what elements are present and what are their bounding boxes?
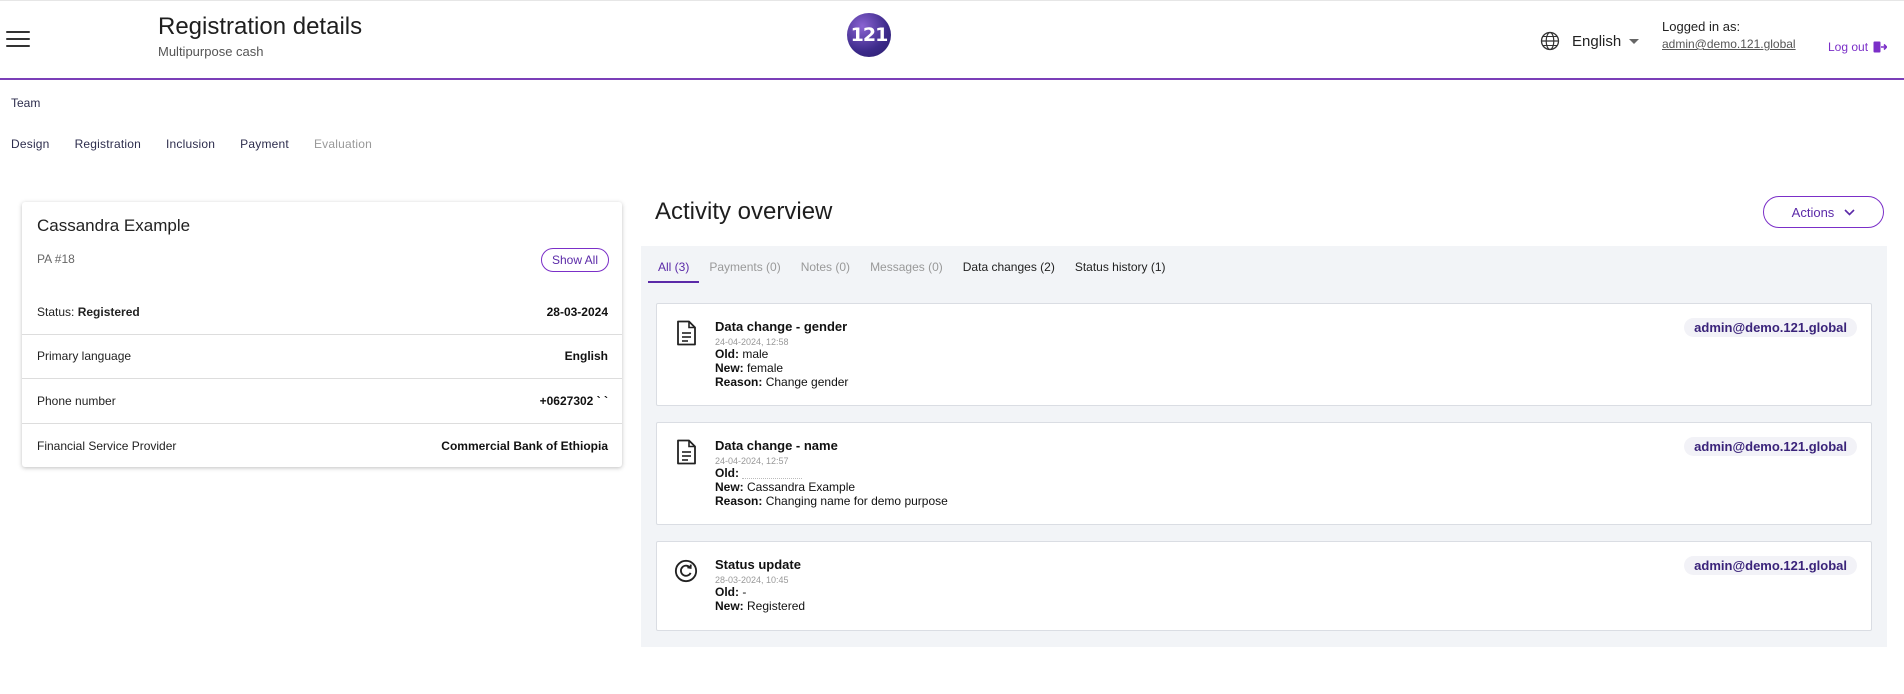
language-selector[interactable]: English xyxy=(1540,31,1640,51)
nav-evaluation: Evaluation xyxy=(313,137,372,151)
actions-label: Actions xyxy=(1791,204,1835,220)
activity-tabs: All (3) Payments (0) Notes (0) Messages … xyxy=(648,256,1176,283)
old-value: male xyxy=(742,347,769,361)
user-chip[interactable]: admin@demo.121.global xyxy=(1684,437,1857,456)
title-block: Registration details Multipurpose cash xyxy=(158,13,362,59)
entry-date: 24-04-2024, 12:57 xyxy=(715,456,789,466)
info-row-label: Financial Service Provider xyxy=(37,438,177,453)
status-label: Status: xyxy=(37,304,75,319)
app-header: Registration details Multipurpose cash 1… xyxy=(0,0,1904,80)
new-label: New: xyxy=(715,480,744,494)
old-label: Old: xyxy=(715,585,739,599)
info-row: Phone number +0627302 ` ` xyxy=(22,379,622,424)
phase-nav: Design Registration Inclusion Payment Ev… xyxy=(11,137,372,151)
reason-value: Change gender xyxy=(765,375,849,389)
user-chip[interactable]: admin@demo.121.global xyxy=(1684,556,1857,575)
refresh-icon xyxy=(674,559,698,583)
logout-icon xyxy=(1873,41,1888,53)
old-label: Old: xyxy=(715,466,739,480)
globe-icon xyxy=(1540,31,1560,51)
old-value: - xyxy=(742,585,747,599)
tab-payments: Payments (0) xyxy=(709,260,781,274)
nav-design[interactable]: Design xyxy=(11,137,50,151)
reason-value: Changing name for demo purpose xyxy=(765,494,948,508)
entry-date: 28-03-2024, 10:45 xyxy=(715,575,789,585)
logged-in-label: Logged in as: xyxy=(1662,19,1741,34)
language-label: English xyxy=(1572,32,1622,50)
info-row-label: Phone number xyxy=(37,393,116,408)
logout-label: Log out xyxy=(1828,40,1869,54)
reason-label: Reason: xyxy=(715,494,763,508)
reason-label: Reason: xyxy=(715,375,763,389)
info-row-value: English xyxy=(564,349,608,364)
tab-notes: Notes (0) xyxy=(800,260,851,274)
user-chip[interactable]: admin@demo.121.global xyxy=(1684,318,1857,337)
tab-all[interactable]: All (3) xyxy=(648,256,700,283)
new-label: New: xyxy=(715,599,744,613)
activity-title: Activity overview xyxy=(655,198,833,225)
login-info: Logged in as: admin@demo.121.global xyxy=(1662,19,1796,51)
activity-panel: All (3) Payments (0) Notes (0) Messages … xyxy=(641,246,1887,647)
tab-messages: Messages (0) xyxy=(870,260,943,274)
info-row-value: +0627302 ` ` xyxy=(539,393,608,408)
team-link[interactable]: Team xyxy=(11,96,40,110)
app-logo: 121 xyxy=(847,13,891,57)
new-value: Cassandra Example xyxy=(747,480,856,494)
entry-title: Data change - gender xyxy=(715,319,848,334)
status-value: Registered xyxy=(77,304,140,319)
status-row: Status: Registered 28-03-2024 xyxy=(22,290,622,335)
entry-title: Status update xyxy=(715,557,801,572)
new-label: New: xyxy=(715,361,744,375)
logout-button[interactable]: Log out xyxy=(1828,40,1888,54)
nav-inclusion[interactable]: Inclusion xyxy=(166,137,215,151)
chevron-down-icon xyxy=(1844,208,1855,216)
info-row-value: Commercial Bank of Ethiopia xyxy=(441,438,608,453)
user-email-link[interactable]: admin@demo.121.global xyxy=(1662,37,1796,51)
tab-status-history[interactable]: Status history (1) xyxy=(1065,256,1176,283)
activity-entry: Status update 28-03-2024, 10:45 Old: - N… xyxy=(656,541,1872,631)
activity-entry: Data change - name 24-04-2024, 12:57 Old… xyxy=(656,422,1872,525)
card-rows: Status: Registered 28-03-2024 Primary la… xyxy=(22,290,622,468)
document-icon xyxy=(677,320,696,346)
page-title: Registration details xyxy=(158,13,363,40)
nav-payment[interactable]: Payment xyxy=(240,137,289,151)
entry-title: Data change - name xyxy=(715,438,838,453)
registration-card: Cassandra Example PA #18 Show All Status… xyxy=(22,202,622,467)
redacted-value xyxy=(742,469,803,479)
menu-icon[interactable] xyxy=(6,31,30,51)
page-subtitle: Multipurpose cash xyxy=(158,44,264,59)
tab-data-changes[interactable]: Data changes (2) xyxy=(953,256,1065,283)
show-all-button[interactable]: Show All xyxy=(540,248,609,272)
new-value: female xyxy=(747,361,784,375)
info-row: Primary language English xyxy=(22,335,622,379)
document-icon xyxy=(677,439,696,465)
info-row: Financial Service Provider Commercial Ba… xyxy=(22,424,622,469)
info-row-label: Primary language xyxy=(37,349,132,364)
nav-registration[interactable]: Registration xyxy=(75,137,141,151)
status-date: 28-03-2024 xyxy=(546,304,608,319)
old-label: Old: xyxy=(715,347,739,361)
activity-entry: Data change - gender 24-04-2024, 12:58 O… xyxy=(656,303,1872,406)
pa-id: PA #18 xyxy=(37,252,75,266)
caret-down-icon xyxy=(1629,38,1640,44)
new-value: Registered xyxy=(747,599,806,613)
entry-date: 24-04-2024, 12:58 xyxy=(715,337,789,347)
actions-button[interactable]: Actions xyxy=(1763,196,1884,228)
registrant-name: Cassandra Example xyxy=(37,216,191,235)
